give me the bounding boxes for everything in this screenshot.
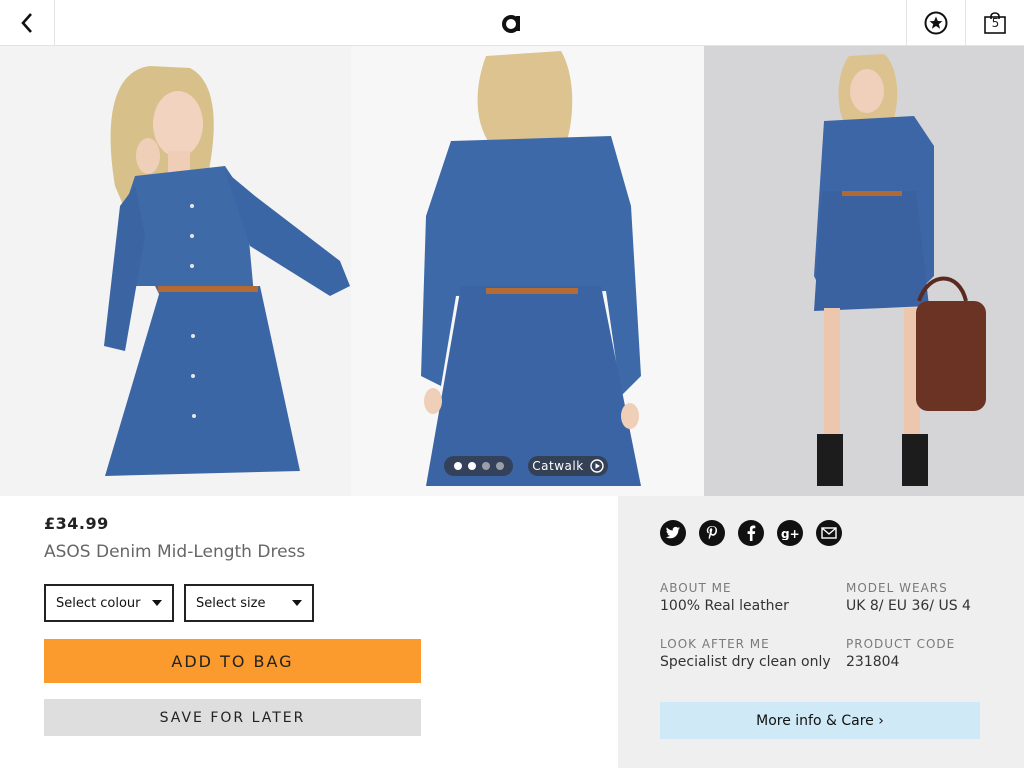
gallery-dot-3[interactable]	[481, 462, 490, 470]
product-code-value: 231804	[846, 654, 900, 670]
gallery-dot-4[interactable]	[495, 462, 504, 470]
gallery-dot-2[interactable]	[467, 462, 476, 470]
play-circle-icon	[589, 459, 604, 473]
look-after-me-label: LOOK AFTER ME	[660, 637, 770, 651]
product-info-panel: g+ ABOUT ME 100% Real leather MODEL WEAR…	[618, 496, 1024, 768]
top-bar: 5	[0, 0, 1024, 46]
about-me-label: ABOUT ME	[660, 581, 732, 595]
model-wears-label: MODEL WEARS	[846, 581, 948, 595]
colour-select[interactable]: Select colour	[44, 584, 174, 622]
product-title: ASOS Denim Mid-Length Dress	[44, 542, 306, 562]
product-gallery[interactable]: Catwalk	[0, 46, 1024, 496]
colour-select-label: Select colour	[56, 595, 141, 611]
catwalk-label: Catwalk	[532, 459, 584, 473]
saved-items-button[interactable]	[906, 0, 965, 45]
google-plus-icon[interactable]: g+	[777, 520, 803, 546]
bag-count-badge: 5	[991, 16, 1000, 30]
asos-logo[interactable]	[492, 5, 532, 41]
look-after-me-value: Specialist dry clean only	[660, 654, 831, 670]
catwalk-button[interactable]: Catwalk	[528, 456, 608, 476]
product-details: £34.99 ASOS Denim Mid-Length Dress Selec…	[0, 496, 618, 768]
email-icon[interactable]	[816, 520, 842, 546]
product-code-label: PRODUCT CODE	[846, 637, 956, 651]
save-for-later-button[interactable]: SAVE FOR LATER	[44, 699, 421, 736]
chevron-down-icon	[152, 600, 162, 606]
star-circle-icon	[924, 11, 948, 34]
size-select-label: Select size	[196, 595, 266, 611]
product-photo-full[interactable]	[704, 46, 1024, 496]
product-photo-front[interactable]	[0, 46, 351, 496]
model-wears-value: UK 8/ EU 36/ US 4	[846, 598, 971, 614]
logo-mark	[502, 15, 520, 33]
facebook-icon[interactable]	[738, 520, 764, 546]
twitter-icon[interactable]	[660, 520, 686, 546]
add-to-bag-button[interactable]: ADD TO BAG	[44, 639, 421, 683]
product-photo-back[interactable]	[351, 46, 704, 496]
gallery-dot-1[interactable]	[453, 462, 462, 470]
svg-text:g+: g+	[781, 527, 799, 540]
back-button[interactable]	[0, 0, 55, 45]
gallery-pagination[interactable]	[444, 456, 513, 476]
share-bar: g+	[660, 520, 842, 546]
more-info-care-button[interactable]: More info & Care ›	[660, 702, 980, 739]
product-price: £34.99	[44, 514, 109, 533]
pinterest-icon[interactable]	[699, 520, 725, 546]
size-select[interactable]: Select size	[184, 584, 314, 622]
about-me-value: 100% Real leather	[660, 598, 789, 614]
back-chevron-icon	[21, 12, 32, 33]
bag-button[interactable]: 5	[965, 0, 1024, 45]
chevron-down-icon	[292, 600, 302, 606]
